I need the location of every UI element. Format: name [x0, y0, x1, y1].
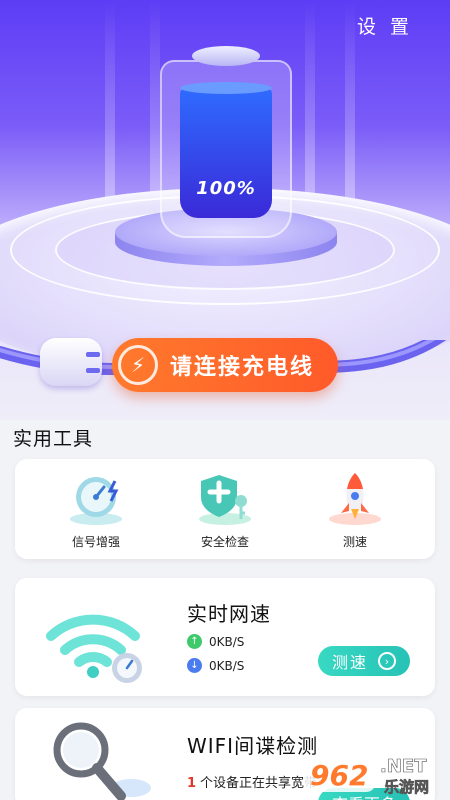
magnifier-icon: [53, 722, 151, 800]
realtime-speed-title: 实时网速: [187, 602, 271, 626]
battery-cap: [192, 46, 260, 66]
svg-text:乐游网: 乐游网: [384, 778, 429, 796]
tool-label: 信号增强: [71, 535, 120, 549]
upload-arrow-icon: ↑: [187, 634, 202, 649]
connect-charger-label: 请连接充电线: [170, 355, 315, 380]
tool-label: 安全检查: [200, 535, 249, 549]
speed-test-label: 测速: [331, 653, 368, 672]
shared-devices-text: 1 个设备正在共享宽带: [187, 772, 317, 791]
site-watermark-logo: 962 .NET 乐游网: [304, 756, 429, 796]
charging-hero: 100% ⚡ 请连接充电线 设 置: [0, 0, 450, 420]
signal-speedometer-icon: [66, 469, 126, 527]
wifi-gauge-icon: [46, 614, 142, 683]
tools-section-title: 实用工具: [13, 428, 94, 450]
upload-speed-row: ↑ 0KB/S: [187, 634, 244, 649]
connect-charger-button[interactable]: ⚡ 请连接充电线: [112, 338, 338, 392]
chevron-right-icon: ›: [378, 652, 396, 670]
rocket-icon: [325, 469, 385, 527]
tool-speed-test[interactable]: 测速: [300, 469, 410, 550]
realtime-speed-card: 实时网速 ↑ 0KB/S ↓ 0KB/S 测速 ›: [15, 578, 435, 696]
cable-plug: [40, 338, 102, 386]
settings-button[interactable]: 设 置: [357, 12, 413, 39]
tool-label: 测速: [342, 535, 367, 549]
plug-pin: [86, 352, 100, 357]
svg-text:.NET: .NET: [380, 756, 427, 777]
download-arrow-icon: ↓: [187, 658, 202, 673]
light-beam: [150, 0, 160, 210]
shared-device-label: 个设备正在共享宽带: [200, 776, 318, 791]
tools-card: 信号增强 安全检查 测速: [15, 459, 435, 559]
svg-text:962: 962: [310, 759, 368, 792]
light-beam: [345, 0, 355, 210]
battery-percent: 100%: [196, 178, 256, 199]
light-beam: [305, 0, 315, 210]
plug-pin: [86, 368, 100, 373]
light-beam: [105, 0, 115, 210]
lightning-bolt-icon: ⚡: [118, 345, 158, 385]
tool-security-check[interactable]: 安全检查: [170, 469, 280, 550]
wifi-spy-title: WIFI间谍检测: [187, 734, 319, 758]
download-speed-value: 0KB/S: [209, 658, 245, 673]
speed-test-button[interactable]: 测速 ›: [318, 646, 410, 676]
upload-speed-value: 0KB/S: [209, 634, 245, 649]
shield-key-icon: [195, 469, 255, 527]
tool-signal-boost[interactable]: 信号增强: [41, 469, 151, 550]
shared-device-count: 1: [187, 776, 197, 791]
download-speed-row: ↓ 0KB/S: [187, 658, 244, 673]
